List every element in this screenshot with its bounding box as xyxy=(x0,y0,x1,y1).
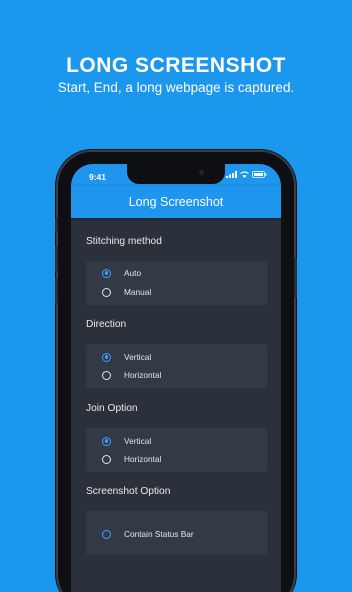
radio-checked-icon xyxy=(102,268,111,278)
radio-option-contain-status-bar[interactable]: Contain Status Bar xyxy=(102,529,194,539)
signal-icon xyxy=(226,171,237,178)
direction-card xyxy=(86,344,267,388)
section-label-screenshot-option: Screenshot Option xyxy=(86,486,171,497)
phone-power-button xyxy=(294,258,297,298)
section-label-direction: Direction xyxy=(86,319,127,330)
join-option-card xyxy=(86,428,267,472)
section-label-stitching-method: Stitching method xyxy=(86,236,162,247)
radio-option-label: Horizontal xyxy=(124,370,162,380)
radio-unchecked-icon xyxy=(102,287,111,297)
radio-unchecked-icon xyxy=(102,454,111,464)
radio-unchecked-icon xyxy=(102,529,111,539)
app-bar: Long Screenshot xyxy=(71,186,281,218)
status-time: 9:41 xyxy=(89,172,107,182)
radio-unchecked-icon xyxy=(102,370,111,380)
radio-option-label: Vertical xyxy=(124,352,152,362)
radio-checked-icon xyxy=(102,352,111,362)
phone-side-button xyxy=(55,218,58,232)
promo-subtitle: Start, End, a long webpage is captured. xyxy=(57,80,295,95)
camera-icon xyxy=(199,170,204,175)
phone-notch xyxy=(127,164,225,184)
radio-option-join-vertical[interactable]: Vertical xyxy=(102,436,151,446)
radio-checked-icon xyxy=(102,436,111,446)
section-label-join-option: Join Option xyxy=(86,403,138,414)
radio-option-direction-vertical[interactable]: Vertical xyxy=(102,352,151,362)
radio-option-join-horizontal[interactable]: Horizontal xyxy=(102,454,161,464)
phone-volume-down xyxy=(55,278,58,304)
radio-option-auto[interactable]: Auto xyxy=(102,268,141,278)
promo-title: LONG SCREENSHOT xyxy=(66,54,286,77)
radio-option-label: Manual xyxy=(124,287,152,297)
radio-option-direction-horizontal[interactable]: Horizontal xyxy=(102,370,161,380)
radio-option-label: Vertical xyxy=(124,436,152,446)
app-bar-title: Long Screenshot xyxy=(128,195,224,209)
radio-option-label: Auto xyxy=(124,268,142,278)
radio-option-label: Horizontal xyxy=(124,454,162,464)
phone-screen: 9:41 Long Screenshot Stitching method Au… xyxy=(71,164,281,592)
battery-icon xyxy=(252,171,267,178)
wifi-icon xyxy=(240,171,249,178)
radio-option-manual[interactable]: Manual xyxy=(102,287,151,297)
radio-option-label: Contain Status Bar xyxy=(124,529,194,539)
phone-volume-up xyxy=(55,246,58,272)
